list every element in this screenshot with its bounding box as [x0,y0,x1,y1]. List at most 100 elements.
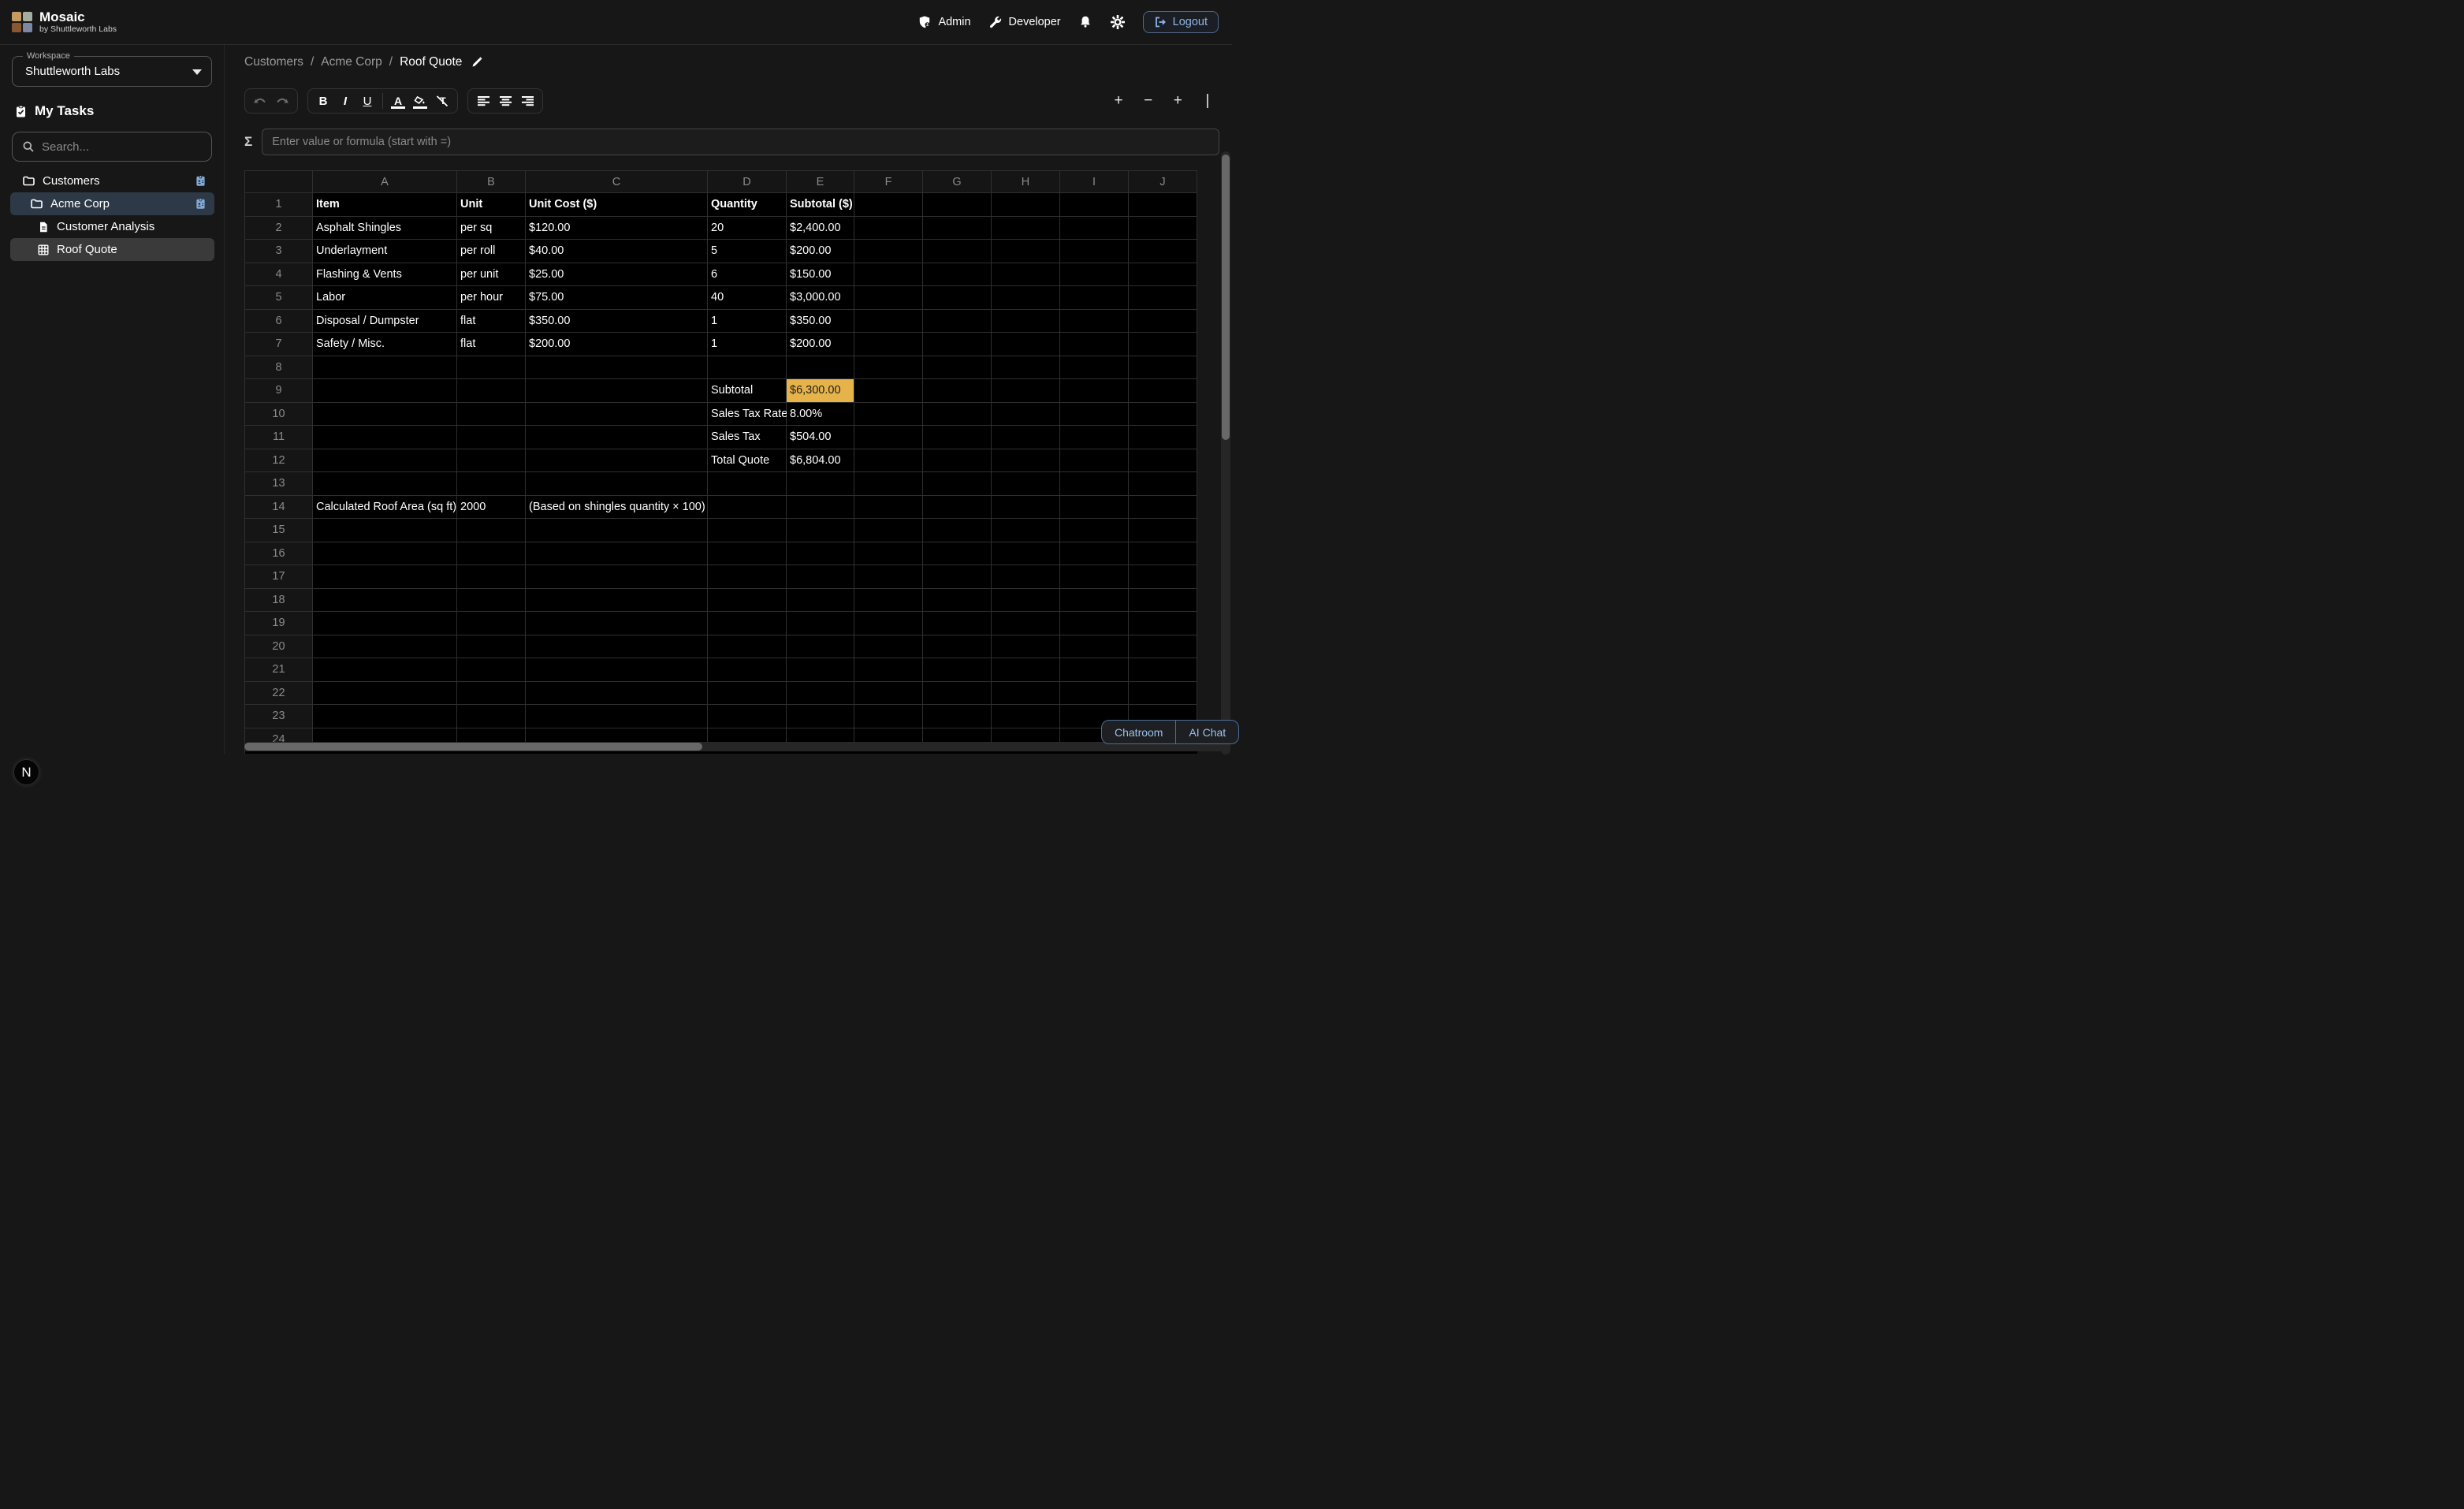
underline-button[interactable]: U [357,91,378,111]
cell-F7[interactable] [854,333,923,356]
cell-H15[interactable] [992,519,1060,542]
cell-J12[interactable] [1129,449,1197,473]
cell-E6[interactable]: $350.00 [787,310,854,333]
ai-chat-button[interactable]: AI Chat [1176,721,1238,743]
cell-F10[interactable] [854,403,923,427]
cell-E17[interactable] [787,565,854,589]
cell-C13[interactable] [526,472,708,496]
cell-F3[interactable] [854,240,923,263]
cell-E2[interactable]: $2,400.00 [787,217,854,240]
cell-H2[interactable] [992,217,1060,240]
cell-F15[interactable] [854,519,923,542]
cell-E18[interactable] [787,589,854,613]
row-header-18[interactable]: 18 [245,589,313,613]
cell-A3[interactable]: Underlayment [313,240,457,263]
redo-button[interactable] [272,91,292,111]
cell-F16[interactable] [854,542,923,566]
cell-E4[interactable]: $150.00 [787,263,854,287]
cell-C12[interactable] [526,449,708,473]
cell-J13[interactable] [1129,472,1197,496]
cell-J1[interactable] [1129,193,1197,217]
cell-F23[interactable] [854,705,923,728]
cell-E3[interactable]: $200.00 [787,240,854,263]
cell-A7[interactable]: Safety / Misc. [313,333,457,356]
cell-D10[interactable]: Sales Tax Rate [708,403,787,427]
cell-E10[interactable]: 8.00% [787,403,854,427]
cell-G21[interactable] [923,658,992,682]
cell-B20[interactable] [457,635,526,659]
cell-F8[interactable] [854,356,923,380]
cell-D22[interactable] [708,682,787,706]
cell-G11[interactable] [923,426,992,449]
app-logo[interactable]: Mosaic by Shuttleworth Labs [12,10,117,34]
cell-B18[interactable] [457,589,526,613]
cell-F21[interactable] [854,658,923,682]
notifications-button[interactable] [1078,15,1092,29]
align-left-button[interactable] [473,91,493,111]
breadcrumb-customers[interactable]: Customers [244,55,303,69]
cell-F1[interactable] [854,193,923,217]
cell-G8[interactable] [923,356,992,380]
cell-I8[interactable] [1060,356,1129,380]
add-row-button[interactable]: + [1109,92,1128,110]
cell-C23[interactable] [526,705,708,728]
cell-H17[interactable] [992,565,1060,589]
row-header-21[interactable]: 21 [245,658,313,682]
edit-title-button[interactable] [471,56,483,69]
cell-J2[interactable] [1129,217,1197,240]
cell-B9[interactable] [457,379,526,403]
cell-H20[interactable] [992,635,1060,659]
cell-D14[interactable] [708,496,787,520]
admin-link[interactable]: Admin [917,15,970,29]
cell-J15[interactable] [1129,519,1197,542]
row-header-14[interactable]: 14 [245,496,313,520]
cell-B7[interactable]: flat [457,333,526,356]
cell-A19[interactable] [313,612,457,635]
sidebar-search[interactable] [12,132,212,162]
cell-F19[interactable] [854,612,923,635]
cell-C7[interactable]: $200.00 [526,333,708,356]
cell-J3[interactable] [1129,240,1197,263]
row-header-4[interactable]: 4 [245,263,313,287]
bold-button[interactable]: B [313,91,333,111]
cell-E11[interactable]: $504.00 [787,426,854,449]
cell-G22[interactable] [923,682,992,706]
cell-D16[interactable] [708,542,787,566]
cell-C5[interactable]: $75.00 [526,286,708,310]
cell-I21[interactable] [1060,658,1129,682]
cell-H9[interactable] [992,379,1060,403]
column-header-C[interactable]: C [526,171,708,193]
cell-D7[interactable]: 1 [708,333,787,356]
cell-J22[interactable] [1129,682,1197,706]
cell-A2[interactable]: Asphalt Shingles [313,217,457,240]
cell-F22[interactable] [854,682,923,706]
cell-H19[interactable] [992,612,1060,635]
cell-F5[interactable] [854,286,923,310]
cell-G13[interactable] [923,472,992,496]
settings-button[interactable] [1110,14,1126,30]
cell-G6[interactable] [923,310,992,333]
id-badge-icon[interactable] [194,197,207,211]
cell-A15[interactable] [313,519,457,542]
cell-D18[interactable] [708,589,787,613]
align-right-button[interactable] [517,91,538,111]
cell-A22[interactable] [313,682,457,706]
row-header-19[interactable]: 19 [245,612,313,635]
column-header-H[interactable]: H [992,171,1060,193]
cell-G2[interactable] [923,217,992,240]
cell-A14[interactable]: Calculated Roof Area (sq ft) [313,496,457,520]
remove-row-button[interactable]: − [1139,92,1158,110]
cell-B5[interactable]: per hour [457,286,526,310]
cell-I19[interactable] [1060,612,1129,635]
cell-H8[interactable] [992,356,1060,380]
cell-B21[interactable] [457,658,526,682]
cell-C2[interactable]: $120.00 [526,217,708,240]
column-header-A[interactable]: A [313,171,457,193]
sidebar-item-customer-analysis[interactable]: Customer Analysis [10,215,214,238]
cell-D4[interactable]: 6 [708,263,787,287]
cell-B19[interactable] [457,612,526,635]
vertical-scrollbar[interactable] [1221,151,1230,754]
cell-I2[interactable] [1060,217,1129,240]
cell-G23[interactable] [923,705,992,728]
cell-A11[interactable] [313,426,457,449]
